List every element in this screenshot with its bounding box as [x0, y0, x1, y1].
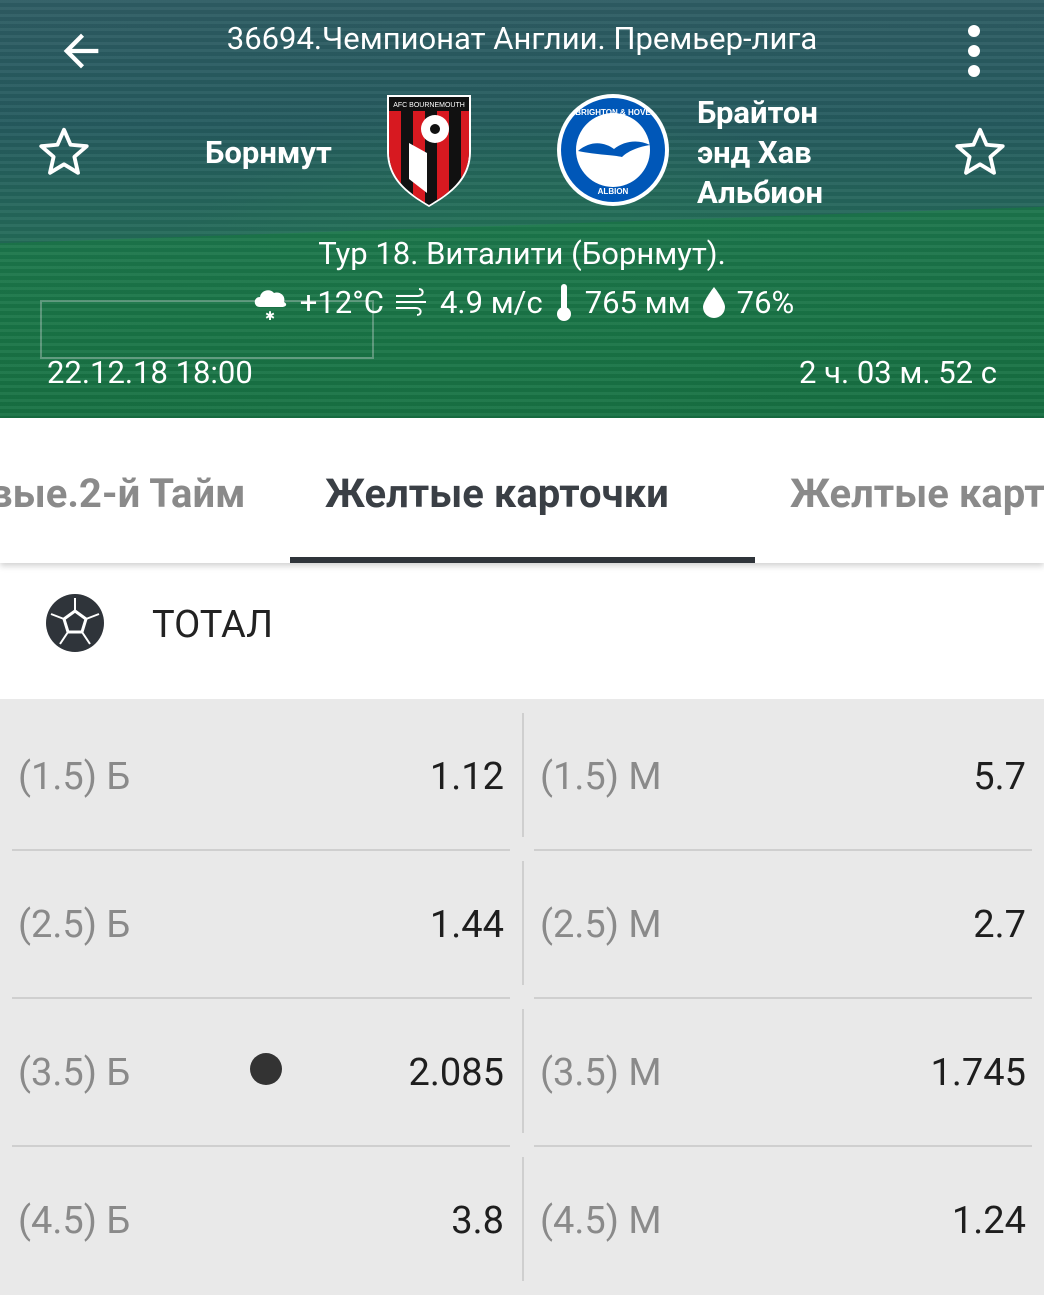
- odds-value: 2.085: [408, 1051, 504, 1095]
- tab-second-half[interactable]: вые.2-й Тайм: [0, 470, 245, 517]
- away-team-name-line2: энд Хав: [697, 134, 812, 171]
- humidity-drop-icon: [702, 287, 725, 318]
- back-arrow-icon[interactable]: [50, 20, 112, 82]
- soccer-ball-icon: [46, 594, 104, 652]
- wind-icon: [395, 288, 426, 316]
- venue-info: Тур 18. Виталити (Борнмут).: [318, 235, 726, 272]
- tab-yellow-cards[interactable]: Желтые карточки: [325, 470, 669, 517]
- selected-dot-indicator: [250, 1053, 282, 1085]
- odds-over-1-5[interactable]: (1.5) Б 1.12: [0, 703, 522, 851]
- odds-label: (1.5) М: [540, 755, 662, 799]
- odds-label: (2.5) М: [540, 903, 662, 947]
- odds-value: 1.745: [930, 1051, 1026, 1095]
- home-team-logo: AFC BOURNEMOUTH: [383, 93, 475, 207]
- odds-over-2-5[interactable]: (2.5) Б 1.44: [0, 851, 522, 999]
- odds-value: 1.12: [429, 755, 504, 799]
- odds-under-1-5[interactable]: (1.5) М 5.7: [522, 703, 1044, 851]
- odds-over-3-5[interactable]: (3.5) Б 2.085: [0, 999, 522, 1147]
- weather-humidity: 76%: [736, 283, 795, 321]
- odds-label: (4.5) М: [540, 1199, 662, 1243]
- odds-under-4-5[interactable]: (4.5) М 1.24: [522, 1147, 1044, 1295]
- away-team-name-line3: Альбион: [697, 174, 824, 211]
- odds-value: 2.7: [973, 903, 1026, 947]
- match-date: 22.12.18 18:00: [47, 354, 253, 391]
- more-vert-icon[interactable]: [948, 20, 1000, 82]
- svg-text:✱: ✱: [265, 309, 275, 321]
- home-logo-text: AFC BOURNEMOUTH: [393, 102, 465, 109]
- odds-value: 5.7: [973, 755, 1026, 799]
- weather-pressure: 765 мм: [584, 283, 691, 321]
- tab-yellow-cards-next[interactable]: Желтые карт: [790, 470, 1044, 517]
- favorite-home-star-icon[interactable]: [34, 122, 94, 182]
- cloud-snow-icon: ✱: [254, 290, 286, 321]
- odds-label: (1.5) Б: [18, 755, 131, 799]
- odds-under-2-5[interactable]: (2.5) М 2.7: [522, 851, 1044, 999]
- odds-value: 1.24: [951, 1199, 1026, 1243]
- away-logo-text-top: BRIGHTON & HOVE: [575, 108, 651, 117]
- odds-label: (2.5) Б: [18, 903, 131, 947]
- odds-under-3-5[interactable]: (3.5) М 1.745: [522, 999, 1044, 1147]
- active-tab-indicator: [290, 557, 755, 563]
- market-title: ТОТАЛ: [152, 603, 274, 647]
- odds-label: (4.5) Б: [18, 1199, 131, 1243]
- thermometer-icon: [556, 284, 571, 321]
- countdown-timer: 2 ч. 03 м. 52 с: [799, 354, 997, 391]
- match-header: 36694.Чемпионат Англии. Премьер-лига Бор…: [0, 0, 1044, 418]
- home-team-name[interactable]: Борнмут: [205, 133, 332, 173]
- favorite-away-star-icon[interactable]: [950, 122, 1010, 182]
- odds-grid: (1.5) Б 1.12 (1.5) М 5.7 (2.5) Б 1.44 (2…: [0, 699, 1044, 1281]
- odds-value: 1.44: [429, 903, 504, 947]
- weather-wind: 4.9 м/с: [439, 283, 543, 321]
- away-team-logo: BRIGHTON & HOVE ALBION: [556, 93, 670, 207]
- away-logo-text-bottom: ALBION: [598, 187, 629, 196]
- away-team-name-line1: Брайтон: [697, 94, 818, 131]
- weather-bar: ✱ +12°C 4.9 м/с 765 мм 76%: [0, 282, 1044, 322]
- league-title: 36694.Чемпионат Англии. Премьер-лига: [226, 20, 818, 57]
- odds-value: 3.8: [451, 1199, 504, 1243]
- away-team-name[interactable]: Брайтон энд Хав Альбион: [697, 93, 823, 213]
- weather-temperature: +12°C: [299, 283, 384, 321]
- odds-label: (3.5) М: [540, 1051, 662, 1095]
- odds-label: (3.5) Б: [18, 1051, 131, 1095]
- odds-over-4-5[interactable]: (4.5) Б 3.8: [0, 1147, 522, 1295]
